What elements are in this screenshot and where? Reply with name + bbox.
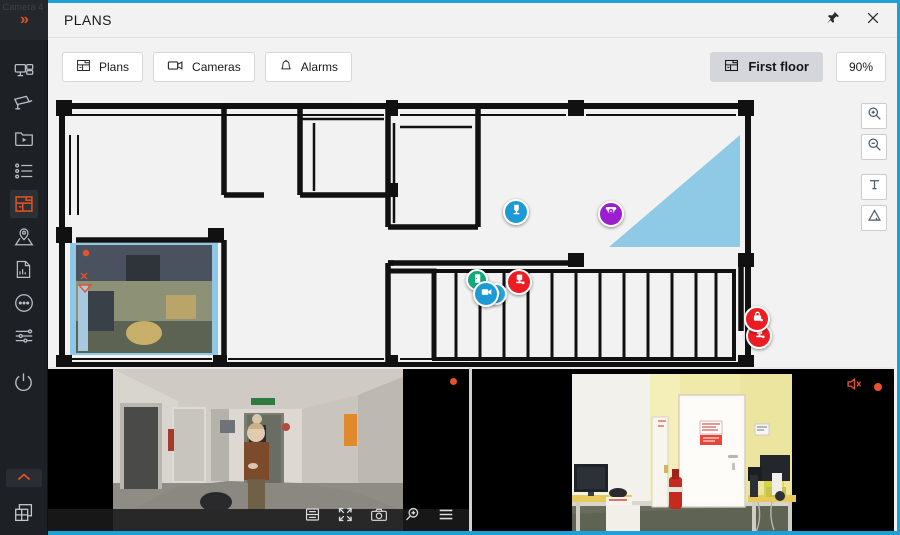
video-panel-left[interactable] — [48, 367, 469, 535]
tab-plans-label: Plans — [99, 59, 130, 74]
snapshot-button[interactable] — [370, 507, 388, 528]
layouts-icon — [12, 501, 36, 525]
sidebar-item-power[interactable] — [0, 366, 48, 399]
sidebar-item-events[interactable] — [0, 154, 48, 187]
plans-window: PLANS Plans Cameras Alarms First floor 9… — [48, 0, 900, 535]
text-tool-icon — [867, 177, 882, 197]
speaker-muted-icon[interactable] — [846, 377, 863, 396]
zoom-level-value: 90% — [848, 59, 874, 74]
map-pin-icon — [13, 226, 35, 248]
recording-indicator — [450, 378, 457, 385]
ptz-camera-icon — [510, 203, 523, 221]
power-icon — [12, 371, 35, 394]
dome-camera-icon — [604, 205, 618, 224]
rail-expand-button[interactable]: Camera 4 » — [0, 0, 48, 40]
plans-icon — [9, 189, 38, 218]
zoom-in-tool[interactable] — [861, 103, 887, 129]
more-icon — [13, 292, 35, 314]
panel-menu-button[interactable] — [437, 507, 455, 527]
sidebar-item-more[interactable] — [0, 286, 48, 319]
plans-toolbar: Plans Cameras Alarms First floor 90% — [48, 38, 897, 95]
expand-chevron-icon: » — [20, 11, 29, 28]
sidebar-item-cameras[interactable] — [0, 88, 48, 121]
video-panels — [48, 367, 894, 535]
tab-alarms[interactable]: Alarms — [264, 51, 353, 82]
office-video-frame — [472, 369, 894, 535]
sidebar-item-layouts[interactable] — [0, 496, 48, 529]
digital-zoom-button[interactable] — [404, 506, 421, 528]
measure-tool[interactable] — [861, 205, 887, 231]
sidebar-item-plans[interactable] — [0, 187, 48, 220]
bottom-accent-bar — [48, 531, 900, 535]
video-wall-icon — [13, 61, 35, 83]
sidebar-item-map[interactable] — [0, 220, 48, 253]
marker-camera-a[interactable] — [473, 281, 499, 307]
sidebar-item-settings[interactable] — [0, 319, 48, 352]
video-panel-right[interactable] — [469, 367, 894, 535]
archive-icon — [13, 127, 35, 149]
marker-lock[interactable] — [744, 306, 770, 332]
sidebar-item-archive[interactable] — [0, 121, 48, 154]
lock-icon — [751, 310, 764, 328]
left-navigation-rail: Camera 4 » — [0, 0, 48, 535]
events-list-icon — [13, 160, 35, 182]
magnifier-minus-icon — [867, 137, 882, 157]
plans-icon — [76, 58, 91, 76]
window-titlebar: PLANS — [48, 3, 897, 38]
sidebar-item-reports[interactable] — [0, 253, 48, 286]
camera-icon — [167, 58, 184, 76]
fullscreen-button[interactable] — [337, 506, 354, 528]
rail-collapse-button[interactable] — [5, 469, 42, 487]
close-button[interactable] — [855, 3, 891, 38]
settings-sliders-icon — [13, 325, 35, 347]
bell-icon — [279, 58, 293, 76]
text-tool[interactable] — [861, 174, 887, 200]
angle-tool-icon — [867, 208, 882, 228]
cameras-icon — [12, 93, 35, 116]
pin-button[interactable] — [815, 3, 851, 38]
pin-icon — [826, 11, 840, 30]
tab-cameras[interactable]: Cameras — [153, 51, 255, 82]
tab-plans[interactable]: Plans — [62, 51, 144, 82]
magnifier-plus-icon — [867, 106, 882, 126]
map-tool-palette — [861, 103, 887, 231]
plan-icon — [724, 58, 739, 76]
reports-icon — [13, 259, 34, 280]
alarm-camera-icon — [513, 273, 526, 291]
camera-icon — [480, 285, 493, 303]
sidebar-item-video-wall[interactable] — [0, 55, 48, 88]
floor-selector[interactable]: First floor — [710, 51, 823, 82]
zoom-out-tool[interactable] — [861, 134, 887, 160]
recording-indicator — [874, 382, 882, 391]
zoom-level-field[interactable]: 90% — [836, 51, 886, 82]
close-icon — [866, 11, 880, 30]
marker-camera-dome[interactable] — [598, 201, 624, 227]
tab-cameras-label: Cameras — [192, 59, 241, 74]
floor-plan-canvas[interactable] — [48, 95, 894, 367]
page-title: PLANS — [64, 12, 112, 28]
floor-selector-label: First floor — [748, 59, 809, 74]
marker-camera-ptz[interactable] — [503, 199, 529, 225]
video-status-right — [846, 377, 882, 396]
tab-alarms-label: Alarms — [300, 59, 339, 74]
embedded-video-overlay — [70, 243, 218, 355]
split-layout-button[interactable] — [304, 506, 321, 528]
application-window: Camera 4 » PLANS Plans Cameras Alarms Fi… — [0, 0, 900, 535]
marker-alarm-red[interactable] — [506, 269, 532, 295]
chevron-up-icon — [16, 469, 32, 487]
video-controls-left — [304, 506, 455, 528]
